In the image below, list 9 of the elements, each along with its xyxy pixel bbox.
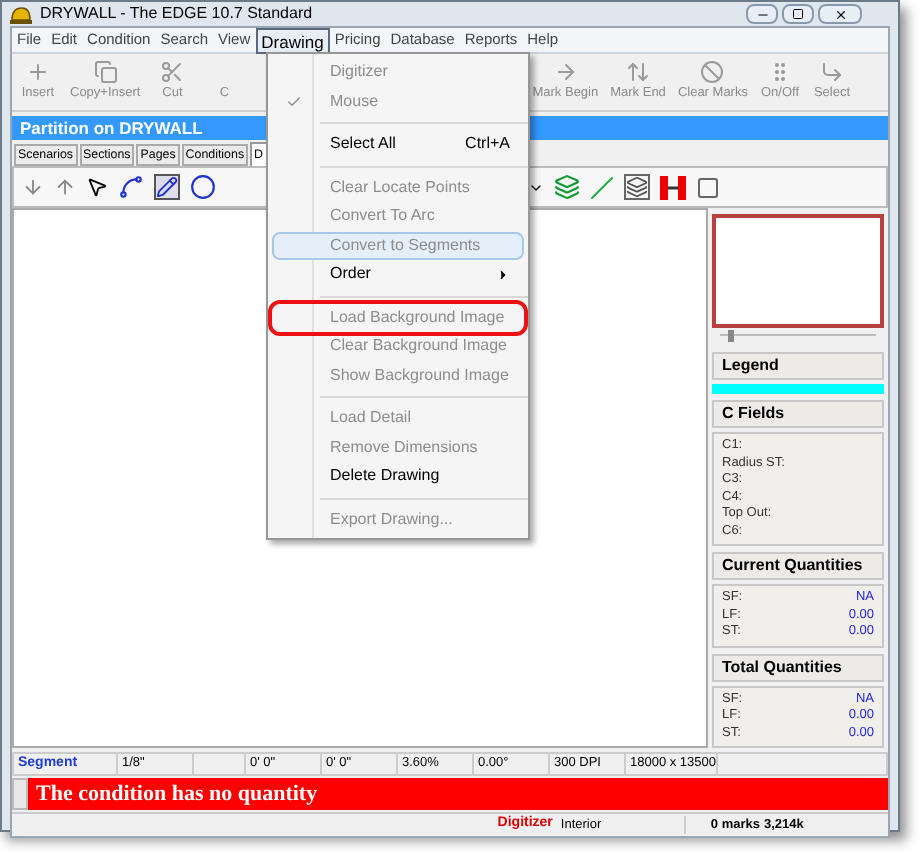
message-bar: The condition has no quantity bbox=[28, 778, 888, 810]
section-header: Current Quantities bbox=[712, 552, 884, 580]
section-header: Legend bbox=[712, 352, 884, 380]
window-title: DRYWALL - The EDGE 10.7 Standard bbox=[40, 2, 313, 26]
section-header: Total Quantities bbox=[712, 653, 884, 681]
menu-option[interactable]: Delete Drawing bbox=[272, 462, 524, 491]
menu-option[interactable]: Order bbox=[272, 260, 524, 289]
menu-item[interactable]: Drawing bbox=[255, 27, 330, 53]
section-header: C Fields bbox=[712, 400, 884, 428]
